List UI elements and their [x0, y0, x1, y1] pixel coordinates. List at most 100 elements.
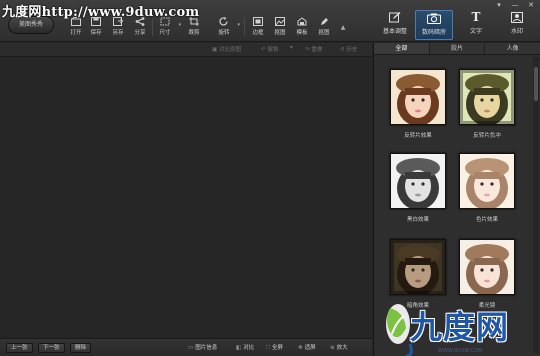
- portrait-eye: [421, 98, 425, 102]
- site-logo-url: WWW.9DUW.COM: [438, 348, 483, 354]
- window-controls: ▾ — ✕: [494, 1, 536, 9]
- resize-dropdown-icon[interactable]: ▾: [178, 22, 181, 28]
- site-logo-text: 九度网: [410, 308, 510, 346]
- undo-button[interactable]: ↶ 撤销: [261, 45, 278, 53]
- app-window: 美图秀秀 打开 保存 另存 分享 尺寸 ▾ 裁剪 旋转 ▾ 边框 抠图 模板 抠…: [0, 0, 540, 356]
- portrait-bangs: [405, 172, 431, 179]
- tab-portrait[interactable]: 人像: [485, 43, 540, 54]
- fullscreen-label: 全屏: [271, 345, 283, 351]
- minimize-button[interactable]: —: [510, 1, 520, 9]
- compare-icon: ◧: [236, 345, 242, 351]
- zoom-icon: ⊕: [330, 345, 335, 351]
- portrait-bangs: [474, 172, 500, 179]
- portrait-image: [391, 70, 445, 124]
- portrait-eye: [490, 268, 494, 272]
- portrait-eye: [421, 268, 425, 272]
- zoom-in-button[interactable]: ⊕ 放大: [330, 343, 348, 351]
- effect-thumbnail: [459, 69, 515, 125]
- resize-button[interactable]: 尺寸 ▾: [155, 17, 181, 39]
- camera-icon: [427, 13, 441, 24]
- portrait-lips: [484, 279, 490, 283]
- effect-item[interactable]: 黑白效果: [390, 153, 446, 223]
- tab-watermark-label: 水印: [510, 28, 523, 35]
- toolbar-separator: [244, 18, 245, 36]
- close-button[interactable]: ✕: [526, 1, 536, 9]
- pen-tool-button[interactable]: 抠图: [314, 17, 334, 39]
- tab-all[interactable]: 全部: [374, 43, 430, 54]
- rotate-label: 旋转: [218, 30, 230, 36]
- portrait-image: [391, 154, 445, 208]
- next-image-button[interactable]: 下一张: [38, 343, 65, 353]
- frame-icon: [253, 17, 263, 26]
- save-as-button[interactable]: 另存: [108, 17, 128, 39]
- portrait-eye: [480, 268, 484, 272]
- image-info-label: 图片信息: [195, 345, 218, 351]
- bottom-bar: 上一张 下一张 删除 ▭ 图片信息 ◧ 对比 ⛶ 全屏 ✥ 适屏 ⊕ 放大: [0, 338, 372, 356]
- tab-text-label: 文字: [469, 28, 482, 35]
- scrollbar-thumb[interactable]: [534, 67, 538, 101]
- portrait-eye: [421, 182, 425, 186]
- fit-screen-button[interactable]: ✥ 适屏: [298, 343, 316, 351]
- portrait-lips: [415, 109, 421, 113]
- pen-tool-label: 抠图: [318, 30, 330, 36]
- image-canvas[interactable]: [0, 58, 372, 338]
- save-button[interactable]: 保存: [86, 17, 106, 39]
- portrait-bangs: [474, 88, 500, 95]
- portrait-eye: [411, 98, 415, 102]
- image-info-button[interactable]: ▭ 图片信息: [188, 343, 217, 351]
- undo-dropdown-icon[interactable]: ▾: [290, 45, 293, 51]
- tab-watermark[interactable]: 水印: [498, 10, 536, 40]
- portrait-lips: [415, 193, 421, 197]
- effect-item[interactable]: 反转片效果: [390, 69, 446, 139]
- site-watermark-text: 九度网http://www.9duw.com: [2, 5, 200, 20]
- portrait-image: [460, 70, 514, 124]
- effect-item[interactable]: 色片效果: [459, 153, 515, 223]
- compare-original-button[interactable]: ▣ 对比原图: [212, 45, 241, 53]
- portrait-eye: [480, 182, 484, 186]
- open-label: 打开: [70, 30, 82, 36]
- effect-thumbnail: [459, 153, 515, 209]
- frame-label: 边框: [252, 30, 264, 36]
- edit-icon: [389, 12, 401, 23]
- watermark-icon: [511, 12, 523, 23]
- compare-button[interactable]: ◧ 对比: [236, 343, 254, 351]
- prev-image-button[interactable]: 上一张: [6, 343, 33, 353]
- rotate-button[interactable]: 旋转 ▾: [214, 17, 240, 39]
- history-label: 历史: [346, 47, 358, 53]
- resize-label: 尺寸: [159, 30, 171, 36]
- compare-original-label: 对比原图: [218, 47, 241, 53]
- tab-film[interactable]: 胶片: [430, 43, 486, 54]
- cutout-button[interactable]: 抠图: [270, 17, 290, 39]
- rotate-icon: [219, 17, 228, 26]
- tab-basic-adjust[interactable]: 基本调整: [376, 10, 414, 40]
- compare-label: 对比: [243, 345, 255, 351]
- portrait-eye: [490, 182, 494, 186]
- share-button[interactable]: 分享: [130, 17, 150, 39]
- effect-item[interactable]: 反转片负冲: [459, 69, 515, 139]
- more-tools-icon: ▲: [340, 24, 346, 31]
- crop-button[interactable]: 裁剪: [184, 17, 204, 39]
- template-icon: [297, 17, 307, 26]
- portrait-eye: [411, 182, 415, 186]
- rotate-dropdown-icon[interactable]: ▾: [237, 22, 240, 28]
- frame-button[interactable]: 边框: [248, 17, 268, 39]
- text-icon: T: [471, 10, 481, 24]
- portrait-lips: [484, 109, 490, 113]
- effect-thumbnail: [390, 69, 446, 125]
- undo-label: 撤销: [267, 47, 279, 53]
- history-button[interactable]: ↺ 历史: [340, 45, 357, 53]
- delete-button[interactable]: 删除: [70, 343, 92, 353]
- window-menu-button[interactable]: ▾: [494, 1, 504, 9]
- tab-text[interactable]: T 文字: [457, 10, 495, 40]
- template-button[interactable]: 模板: [292, 17, 312, 39]
- fullscreen-button[interactable]: ⛶ 全屏: [266, 343, 283, 352]
- pen-icon: [321, 18, 328, 25]
- toolbar-separator: [152, 18, 153, 36]
- open-button[interactable]: 打开: [66, 17, 86, 39]
- effects-tabs: 全部 胶片 人像: [374, 43, 540, 55]
- template-label: 模板: [296, 30, 308, 36]
- effect-label: 黑白效果: [406, 217, 429, 223]
- redo-button[interactable]: ↷ 重做: [305, 45, 322, 53]
- portrait-eye: [490, 98, 494, 102]
- tab-darkroom[interactable]: 数码暗房: [415, 10, 453, 40]
